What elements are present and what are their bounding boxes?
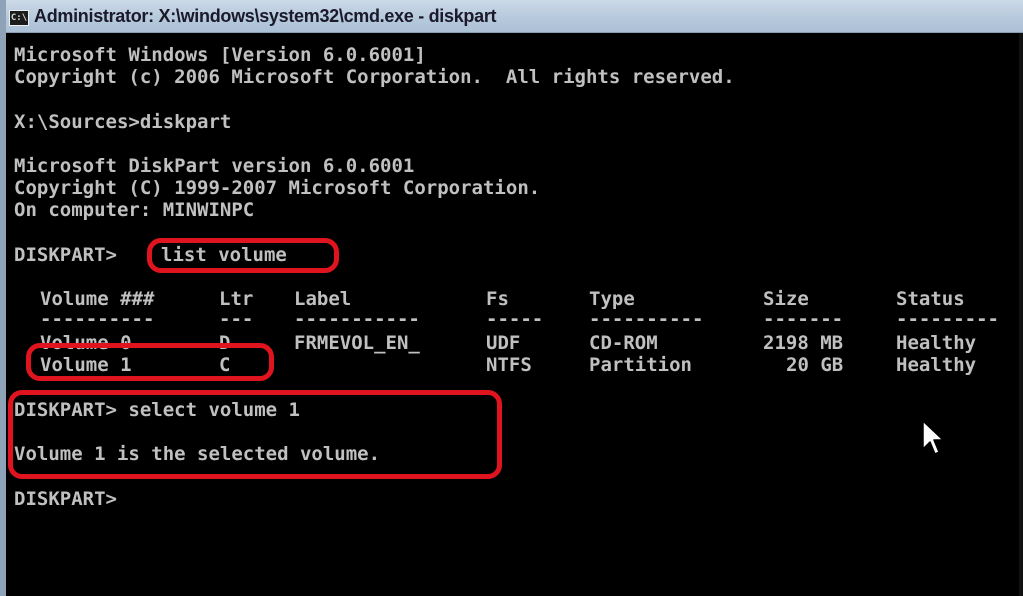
table-cell: UDF xyxy=(486,332,521,354)
console-line: Copyright (c) 2006 Microsoft Corporation… xyxy=(14,66,735,88)
highlight-list-volume xyxy=(147,238,339,273)
table-header: Type xyxy=(589,288,635,310)
table-separator: ------- xyxy=(763,308,844,330)
console-line: Copyright (C) 1999-2007 Microsoft Corpor… xyxy=(14,177,541,199)
table-header: Fs xyxy=(486,288,509,310)
table-separator: ----- xyxy=(486,308,544,330)
table-separator: --------- xyxy=(896,308,999,330)
table-separator: ----------- xyxy=(294,308,420,330)
diskpart-prompt: DISKPART> xyxy=(14,488,117,510)
table-header: Size xyxy=(763,288,809,310)
console-line: On computer: MINWINPC xyxy=(14,199,255,221)
table-cell: CD-ROM xyxy=(589,332,658,354)
mouse-pointer-icon xyxy=(922,420,944,455)
table-header: Label xyxy=(294,288,352,310)
table-cell: 2198 MB xyxy=(763,332,844,354)
table-separator: ---------- xyxy=(589,308,704,330)
window-title: Administrator: X:\windows\system32\cmd.e… xyxy=(34,6,497,26)
table-header: Ltr xyxy=(219,288,254,310)
console-line: X:\Sources>diskpart xyxy=(14,111,232,133)
table-cell: FRMEVOL_EN_ xyxy=(294,332,420,354)
title-bar[interactable]: C:\ Administrator: X:\windows\system32\c… xyxy=(6,0,1023,33)
scrollbar-edge[interactable] xyxy=(1019,33,1023,596)
table-header: Volume ### xyxy=(40,288,155,310)
table-cell: NTFS xyxy=(486,354,532,376)
console-line: Microsoft Windows [Version 6.0.6001] xyxy=(14,44,426,66)
diskpart-prompt: DISKPART> xyxy=(14,244,117,266)
table-cell: Healthy xyxy=(896,332,977,354)
highlight-select-volume xyxy=(8,390,502,479)
table-header: Status xyxy=(896,288,965,310)
table-separator: --- xyxy=(219,308,254,330)
cmd-icon[interactable]: C:\ xyxy=(9,10,29,26)
console-line: Microsoft DiskPart version 6.0.6001 xyxy=(14,155,415,177)
table-separator: ---------- xyxy=(40,308,155,330)
table-cell: Healthy xyxy=(896,354,977,376)
table-cell: Partition xyxy=(589,354,692,376)
console-output[interactable]: Microsoft Windows [Version 6.0.6001] Cop… xyxy=(6,33,1017,596)
table-cell: 20 GB xyxy=(786,354,844,376)
highlight-volume-1-row xyxy=(26,343,274,381)
